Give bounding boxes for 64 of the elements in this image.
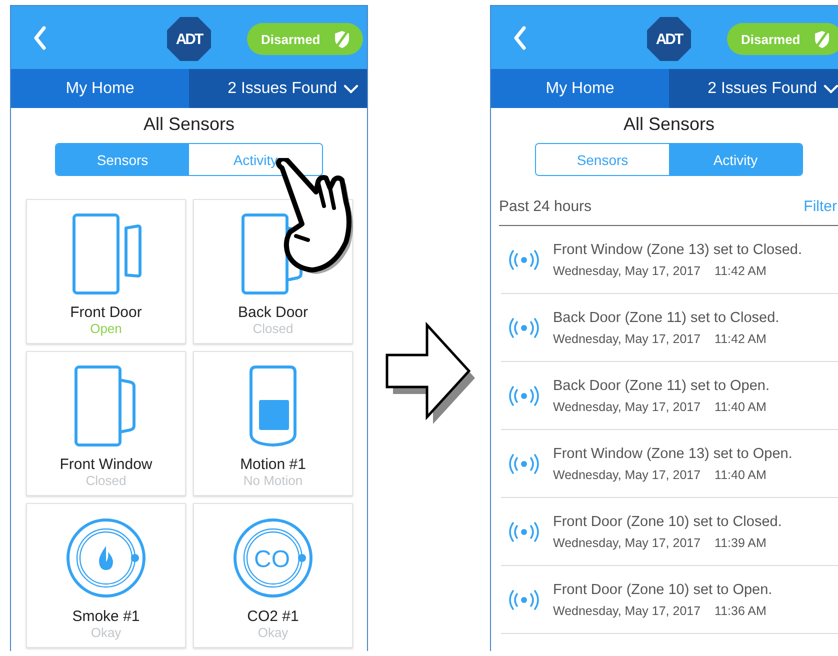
time-range-label: Past 24 hours [499, 198, 592, 215]
sensor-card[interactable]: Motion #1 No Motion [193, 351, 353, 496]
activity-row[interactable]: Front Window (Zone 13) set to Open. Wednesday, May 17, 2017 11:40 AM [501, 430, 838, 498]
shield-icon [814, 30, 830, 48]
issues-dropdown[interactable]: 2 Issues Found [189, 69, 367, 108]
signal-icon [507, 384, 541, 408]
activity-text: Back Door (Zone 11) set to Closed. [553, 310, 780, 326]
signal-icon [507, 248, 541, 272]
sensor-card[interactable]: CO CO2 #1 Okay [193, 503, 353, 648]
activity-date: Wednesday, May 17, 2017 [553, 332, 701, 346]
sensor-status: Closed [252, 321, 294, 336]
signal-icon [507, 520, 541, 544]
activity-row[interactable]: Back Door (Zone 11) set to Closed. Wednesday, May 17, 2017 11:42 AM [501, 294, 838, 362]
sensor-card[interactable]: Front Door Open [26, 199, 186, 344]
activity-time: 11:40 AM [714, 400, 766, 414]
activity-row[interactable]: Front Door (Zone 10) set to Open. Wednesday, May 17, 2017 11:36 AM [501, 566, 838, 634]
activity-text: Back Door (Zone 11) set to Open. [553, 378, 770, 394]
activity-time: 11:36 AM [714, 604, 766, 618]
sensor-status: Okay [258, 625, 288, 640]
activity-text: Front Door (Zone 10) set to Closed. [553, 514, 782, 530]
my-home-tab[interactable]: My Home [491, 69, 669, 108]
sensor-status: Closed [86, 473, 126, 488]
smoke-detector-icon [64, 516, 148, 600]
sensor-card[interactable]: Smoke #1 Okay [26, 503, 186, 648]
sensor-name: Motion #1 [240, 456, 306, 473]
sensor-status: No Motion [243, 473, 303, 488]
sensor-name: Front Door [70, 304, 142, 321]
activity-date: Wednesday, May 17, 2017 [553, 604, 701, 618]
activity-time: 11:39 AM [714, 536, 766, 550]
activity-date: Wednesday, May 17, 2017 [553, 400, 701, 414]
activity-row[interactable]: Back Door (Zone 11) set to Open. Wednesday, May 17, 2017 11:40 AM [501, 362, 838, 430]
back-icon[interactable] [33, 26, 47, 50]
activity-time: 11:42 AM [714, 332, 766, 346]
co-detector-icon: CO [231, 516, 315, 600]
sensor-name: Smoke #1 [72, 608, 140, 625]
screen-title: All Sensors [142, 114, 236, 135]
activity-row[interactable]: Front Door (Zone 10) set to Closed. Wednesday, May 17, 2017 11:39 AM [501, 498, 838, 566]
signal-icon [507, 316, 541, 340]
adt-logo: ADT [167, 17, 211, 61]
sensor-name: CO2 #1 [247, 608, 299, 625]
adt-logo: ADT [647, 17, 691, 61]
sensor-status: Okay [90, 625, 122, 640]
chevron-down-icon [823, 84, 838, 94]
sensor-status: Open [90, 321, 122, 336]
activity-date: Wednesday, May 17, 2017 [553, 536, 701, 550]
my-home-tab[interactable]: My Home [11, 69, 189, 108]
shield-icon [334, 30, 350, 48]
signal-icon [507, 452, 541, 476]
activity-text: Front Window (Zone 13) set to Open. [553, 446, 792, 462]
activity-time: 11:42 AM [714, 264, 766, 278]
activity-text: Front Door (Zone 10) set to Open. [553, 582, 772, 598]
activity-date: Wednesday, May 17, 2017 [553, 468, 701, 482]
sensor-name: Front Window [60, 456, 152, 473]
activity-row[interactable]: Front Window (Zone 13) set to Closed. Wednesday, May 17, 2017 11:42 AM [501, 226, 838, 294]
issues-dropdown[interactable]: 2 Issues Found [669, 69, 838, 108]
activity-date: Wednesday, May 17, 2017 [553, 264, 701, 278]
chevron-down-icon [343, 84, 359, 94]
activity-time: 11:40 AM [714, 468, 766, 482]
signal-icon [507, 588, 541, 612]
screen-title: All Sensors [622, 114, 716, 135]
sensor-name: Back Door [238, 304, 308, 321]
back-icon[interactable] [513, 26, 527, 50]
activity-text: Front Window (Zone 13) set to Closed. [553, 242, 802, 258]
sensor-card[interactable]: Front Window Closed [26, 351, 186, 496]
